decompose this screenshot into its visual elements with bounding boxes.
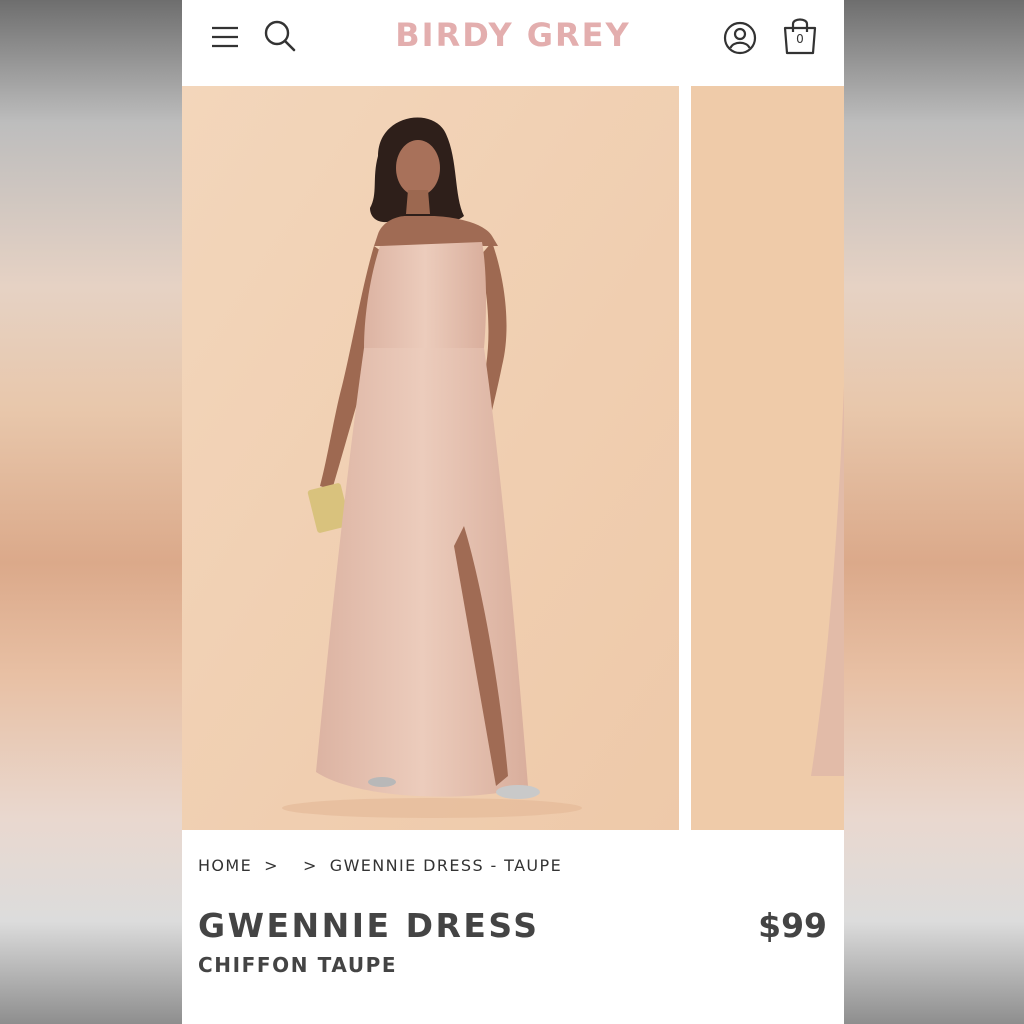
product-image-main[interactable] (182, 86, 679, 830)
product-title: GWENNIE DRESS (198, 906, 540, 945)
breadcrumb-separator: > (264, 856, 279, 875)
cart-count-badge: 0 (796, 32, 804, 46)
account-button[interactable] (722, 20, 758, 56)
site-header: BIRDY GREY 0 (182, 0, 844, 86)
brand-logo[interactable]: BIRDY GREY (382, 16, 644, 54)
menu-button[interactable] (208, 20, 242, 54)
dress-photo-partial (691, 86, 844, 830)
hamburger-menu-icon (212, 26, 238, 48)
product-image-gallery[interactable] (182, 86, 844, 830)
background-blur-left (0, 0, 182, 1024)
breadcrumb: HOME > > GWENNIE DRESS - TAUPE (198, 856, 562, 876)
background-blur-right (844, 0, 1024, 1024)
dress-photo (182, 86, 679, 830)
breadcrumb-separator: > (302, 856, 318, 875)
account-icon (723, 21, 757, 55)
product-page: BIRDY GREY 0 HOME > > GWENNIE DRESS - TA… (182, 0, 844, 1024)
product-image-next[interactable] (691, 86, 844, 830)
search-button[interactable] (262, 18, 298, 54)
product-price: $99 (758, 906, 827, 945)
breadcrumb-current: GWENNIE DRESS - TAUPE (329, 856, 563, 875)
search-icon (264, 20, 296, 52)
cart-button[interactable]: 0 (780, 14, 820, 56)
breadcrumb-home[interactable]: HOME (198, 856, 252, 876)
product-variant: CHIFFON TAUPE (198, 953, 398, 977)
